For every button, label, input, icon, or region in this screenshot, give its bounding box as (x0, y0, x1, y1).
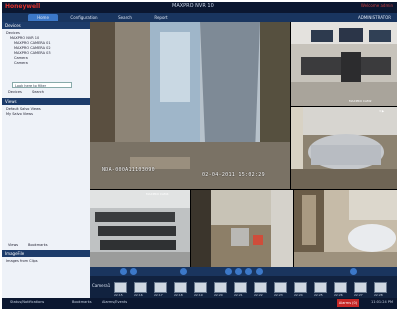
time-label: 22:24 (294, 293, 303, 297)
camera-tile-5[interactable] (191, 190, 293, 267)
menu-bar: Home Configuration Search Report ADMINIS… (2, 13, 397, 22)
tab-search[interactable]: Search (110, 14, 140, 21)
play-button[interactable] (130, 268, 137, 275)
tab-home[interactable]: Home (28, 14, 58, 21)
clip-thumb-8[interactable] (254, 282, 267, 293)
time-label: 22:17 (154, 293, 163, 297)
app-window: Honeywell MAXPRO NVR 10 Welcome admin Ho… (2, 2, 397, 309)
camera-2-label: MAXPRO CAM2 (349, 99, 372, 103)
status-time: 11:01:24 PM (371, 300, 393, 304)
devices-header: Devices (2, 22, 90, 29)
timeline-row-label: Camera1 (92, 283, 111, 288)
time-label: 22:16 (134, 293, 143, 297)
time-label: 22:20 (214, 293, 223, 297)
clip-thumb-11[interactable] (314, 282, 327, 293)
playback-controls (90, 267, 397, 276)
time-label: 22:26 (334, 293, 343, 297)
admin-label[interactable]: ADMINISTRATOR (358, 14, 391, 21)
live-button[interactable] (256, 268, 263, 275)
timeline-panel: Camera1 22:15 22:16 22:17 22:18 22:19 22… (90, 267, 397, 298)
time-label: 22:23 (274, 293, 283, 297)
user-greeting: Welcome admin (360, 3, 393, 8)
camera-tile-4[interactable]: MAXPRO CAM4 (90, 190, 190, 267)
window-title: MAXPRO NVR 10 (172, 3, 214, 9)
clip-thumb-12[interactable] (334, 282, 347, 293)
camera-3-badge: 3 ▶ (379, 109, 385, 113)
clip-thumb-6[interactable] (214, 282, 227, 293)
time-labels: 22:15 22:16 22:17 22:18 22:19 22:20 22:2… (114, 293, 394, 297)
pause-button[interactable] (235, 268, 242, 275)
imagefile-header: ImageFile (2, 250, 90, 257)
zoom-button[interactable] (350, 268, 357, 275)
views-item-my[interactable]: My Salvo Views (6, 112, 41, 117)
camera-feed-main (90, 22, 290, 189)
time-label: 22:19 (194, 293, 203, 297)
forward-button[interactable] (180, 268, 187, 275)
camera-feed-2 (291, 22, 397, 106)
clip-thumb-2[interactable] (134, 282, 147, 293)
camera-tile-3[interactable]: 3 ▶ (291, 107, 397, 189)
time-label: 22:15 (114, 293, 123, 297)
clip-thumb-9[interactable] (274, 282, 287, 293)
imagefile-item[interactable]: Images from Clips (6, 259, 38, 264)
clip-thumb-7[interactable] (234, 282, 247, 293)
clip-thumb-1[interactable] (114, 282, 127, 293)
views-tree: Default Salvo Views My Salvo Views (6, 107, 41, 117)
camera-feed-5 (191, 190, 293, 267)
clip-thumb-5[interactable] (194, 282, 207, 293)
step-back-button[interactable] (225, 268, 232, 275)
clip-thumb-13[interactable] (354, 282, 367, 293)
device-tree: Devices MAXPRO NVR 10 MAXPRO CAMERA 01 M… (6, 31, 51, 66)
rewind-button[interactable] (120, 268, 127, 275)
clip-thumb-14[interactable] (374, 282, 387, 293)
alarm-button[interactable]: Alarms (0) (337, 299, 359, 307)
status-bar: Status/Notifications Bookmarks Alarms/Ev… (2, 298, 397, 309)
camera-4-label: MAXPRO CAM4 (146, 192, 169, 196)
status-bookmarks[interactable]: Bookmarks (72, 300, 92, 304)
camera-tile-2[interactable]: MAXPRO CAM2 (291, 22, 397, 106)
main-camera-id: NDA-000A11103090 (102, 167, 155, 173)
camera-feed-6 (294, 190, 397, 267)
time-label: 22:21 (234, 293, 243, 297)
tree-item-camera5[interactable]: Camera (6, 61, 51, 66)
time-label: 22:18 (174, 293, 183, 297)
camera-feed-3 (291, 107, 397, 189)
time-label: 22:25 (314, 293, 323, 297)
camera-tile-main[interactable]: NDA-000A11103090 02-04-2011 15:02:29 (90, 22, 290, 189)
step-forward-button[interactable] (245, 268, 252, 275)
tab-views[interactable]: Views (8, 242, 18, 248)
tab-search-left[interactable]: Search (32, 89, 44, 95)
time-ruler (90, 277, 397, 281)
camera-tile-6[interactable] (294, 190, 397, 267)
tab-bookmarks[interactable]: Bookmarks (28, 242, 48, 248)
clip-thumb-10[interactable] (294, 282, 307, 293)
clip-thumb-3[interactable] (154, 282, 167, 293)
time-label: 22:28 (374, 293, 383, 297)
camera-grid: NDA-000A11103090 02-04-2011 15:02:29 MAX… (90, 22, 397, 267)
title-bar: Honeywell MAXPRO NVR 10 Welcome admin (2, 2, 397, 13)
views-header: Views (2, 98, 90, 105)
status-alarms-events[interactable]: Alarms/Events (102, 300, 127, 304)
tab-devices[interactable]: Devices (8, 89, 22, 95)
tab-report[interactable]: Report (146, 14, 176, 21)
filter-input[interactable]: Look here to filter (12, 82, 72, 88)
clip-thumb-4[interactable] (174, 282, 187, 293)
time-label: 22:27 (354, 293, 363, 297)
left-panel: Devices Devices MAXPRO NVR 10 MAXPRO CAM… (2, 22, 90, 298)
honeywell-logo: Honeywell (5, 3, 41, 10)
tab-configuration[interactable]: Configuration (64, 14, 104, 21)
status-notifications[interactable]: Status/Notifications (10, 300, 44, 304)
imagefile-list: Images from Clips (6, 259, 38, 264)
camera-feed-4 (90, 190, 190, 267)
main-camera-time: 02-04-2011 15:02:29 (202, 172, 265, 178)
time-label: 22:22 (254, 293, 263, 297)
